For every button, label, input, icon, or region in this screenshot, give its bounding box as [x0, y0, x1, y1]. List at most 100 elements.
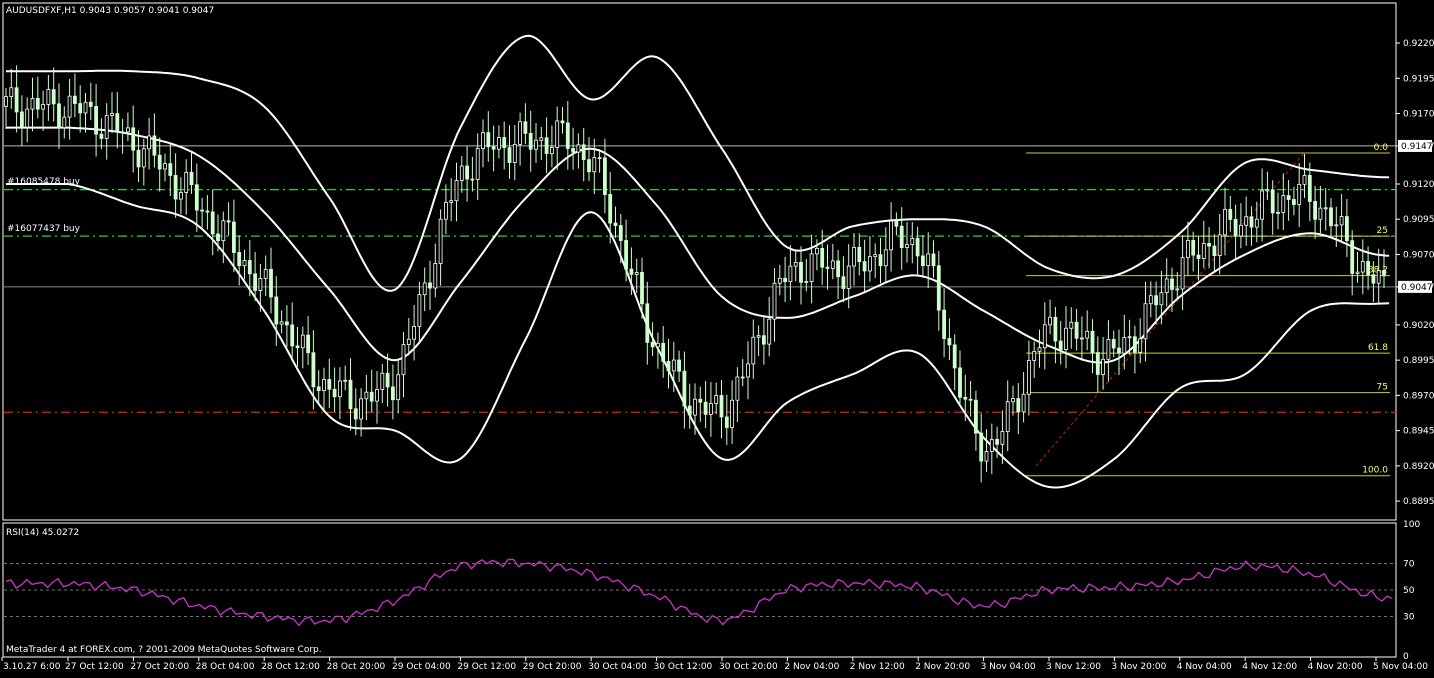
candle-body: [253, 273, 258, 291]
candle-body: [905, 244, 909, 248]
candle-body: [1058, 340, 1063, 350]
candle-body: [1069, 321, 1074, 329]
candle-body: [173, 175, 178, 200]
candle-body: [189, 171, 194, 186]
candle-body: [989, 438, 994, 452]
candle-body: [1371, 274, 1376, 284]
candle-body: [231, 221, 236, 253]
price-chart-svg[interactable]: 0.02538.261.875100.0 0.92200.91950.91700…: [0, 0, 1434, 674]
candle-body: [131, 127, 136, 151]
candle-body: [645, 303, 650, 343]
candle-body: [777, 277, 782, 284]
candle-body: [306, 334, 311, 354]
top-level-box-label: 0.9147: [1401, 142, 1433, 152]
candle-body: [841, 276, 846, 289]
candle-body: [104, 115, 109, 139]
candle-body: [1329, 207, 1333, 227]
candle-body: [661, 342, 666, 362]
candle-body: [878, 254, 883, 267]
time-axis-label: 30 Oct 20:00: [719, 662, 778, 672]
candle-body: [1180, 257, 1185, 290]
candle-body: [1074, 321, 1079, 339]
candle-body: [210, 211, 215, 235]
price-axis-label: 0.9220: [1403, 39, 1434, 49]
candle-body: [168, 163, 173, 176]
candle-body: [348, 379, 353, 410]
candle-body: [126, 127, 130, 133]
candle-body: [9, 87, 14, 98]
candle-body: [1276, 211, 1280, 214]
candle-body: [194, 184, 199, 211]
candle-body: [1133, 336, 1137, 353]
time-axis-label: 30 Oct 12:00: [654, 662, 713, 672]
fib-label-0: 0.0: [1374, 143, 1389, 153]
candle-body: [25, 108, 30, 128]
candle-body: [528, 132, 533, 150]
candle-body: [337, 380, 342, 398]
candle-body: [910, 238, 915, 245]
candle-body: [274, 296, 279, 325]
price-axis-label: 0.9020: [1403, 321, 1434, 331]
candle-body: [915, 238, 920, 257]
main-panel-frame: [2, 2, 1397, 521]
candle-body: [1350, 240, 1355, 274]
candle-body: [1196, 254, 1201, 260]
candle-body: [1239, 224, 1243, 237]
candle-body: [1302, 174, 1307, 185]
candle-body: [942, 309, 946, 339]
candle-body: [565, 122, 570, 149]
candle-body: [1138, 338, 1143, 353]
time-axis-label: 27 Oct 12:00: [65, 662, 124, 672]
candle-body: [995, 438, 999, 445]
candle-body: [1021, 393, 1026, 413]
time-axis-label: 3 Nov 12:00: [1046, 662, 1101, 672]
candle-body: [1249, 216, 1254, 228]
candle-body: [46, 89, 51, 105]
candle-body: [576, 144, 581, 153]
candle-body: [1106, 339, 1111, 360]
price-axis-label: 0.8995: [1403, 356, 1434, 366]
time-axis-label: 29 Oct 12:00: [457, 662, 516, 672]
candle-body: [481, 132, 485, 149]
candle-body: [465, 165, 470, 180]
candle-body: [390, 386, 395, 401]
candle-body: [284, 321, 289, 326]
candle-body: [693, 398, 697, 416]
candle-body: [300, 334, 305, 349]
candle-body: [958, 367, 962, 398]
candle-body: [830, 260, 835, 269]
candle-body: [502, 137, 507, 149]
candle-body: [1228, 208, 1233, 220]
candle-body: [353, 408, 358, 420]
candle-body: [618, 225, 623, 241]
candle-body: [1000, 431, 1005, 445]
candle-body: [35, 98, 40, 110]
candle-body: [608, 194, 613, 224]
candle-body: [740, 376, 745, 379]
candle-body: [258, 278, 263, 291]
candle-body: [247, 260, 252, 275]
time-axis-label: 3 Nov 20:00: [1111, 662, 1166, 672]
candle-body: [115, 113, 120, 133]
candle-body: [1191, 240, 1196, 256]
price-axis-label: 0.9170: [1403, 110, 1434, 120]
candle-body: [1212, 245, 1217, 257]
candle-body: [385, 372, 390, 388]
candle-body: [1307, 174, 1312, 202]
candle-body: [799, 262, 803, 283]
candle-body: [1265, 189, 1270, 192]
metatrader-chart-window[interactable]: 0.02538.261.875100.0 0.92200.91950.91700…: [0, 0, 1434, 674]
candle-body: [868, 256, 872, 272]
candle-body: [417, 294, 422, 327]
candle-body: [1048, 316, 1052, 326]
candle-body: [762, 335, 766, 345]
candle-body: [491, 146, 496, 150]
candle-body: [1159, 292, 1164, 306]
candle-body: [221, 220, 226, 242]
candle-body: [152, 135, 157, 156]
candle-body: [1355, 271, 1360, 274]
candle-body: [496, 137, 501, 150]
candle-body: [1366, 261, 1370, 276]
candle-body: [1223, 208, 1227, 236]
candle-body: [624, 240, 628, 270]
